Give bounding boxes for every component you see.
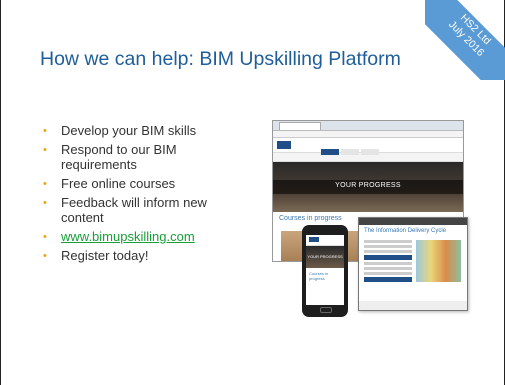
text-line bbox=[364, 267, 412, 270]
bullet-text: Register today! bbox=[61, 248, 149, 263]
text-line bbox=[364, 240, 412, 243]
text-line bbox=[364, 272, 412, 275]
site-nav bbox=[321, 142, 401, 155]
bullet-list: • Develop your BIM skills • Respond to our… bbox=[43, 123, 236, 267]
text-line bbox=[364, 250, 412, 253]
phone-screen: YOUR PROGRESS Courses in progress bbox=[306, 235, 344, 305]
phone-home-button bbox=[320, 307, 332, 313]
bullet-item: • www.bimupskilling.com bbox=[43, 229, 236, 244]
text-line bbox=[364, 262, 412, 265]
tablet-footer bbox=[359, 301, 467, 310]
phone-screenshot: YOUR PROGRESS Courses in progress bbox=[302, 225, 348, 317]
site-logo bbox=[277, 141, 291, 149]
nav-item bbox=[341, 149, 359, 155]
corner-ribbon: HS2 Ltd July 2016 bbox=[425, 0, 505, 80]
bullet-item: • Register today! bbox=[43, 248, 236, 263]
tablet-header bbox=[359, 218, 467, 225]
bullet-icon: • bbox=[43, 231, 47, 243]
ribbon-label: HS2 Ltd July 2016 bbox=[425, 0, 505, 80]
bullet-item: • Develop your BIM skills bbox=[43, 123, 236, 138]
bullet-text: Feedback will inform new content bbox=[61, 195, 207, 225]
bullet-item: • Free online courses bbox=[43, 176, 236, 191]
hero-text: YOUR PROGRESS bbox=[335, 182, 401, 189]
slide-border-left bbox=[0, 0, 1, 385]
nav-item bbox=[321, 149, 339, 155]
phone-logo bbox=[309, 237, 319, 242]
text-highlight bbox=[364, 255, 412, 260]
bullet-icon: • bbox=[43, 125, 47, 137]
courses-text: Courses in progress bbox=[279, 215, 342, 222]
bullet-item: • Feedback will inform new content bbox=[43, 195, 236, 225]
bullet-item: • Respond to our BIM requirements bbox=[43, 142, 236, 172]
browser-tab-bar bbox=[273, 121, 463, 131]
bullet-icon: • bbox=[43, 178, 47, 190]
bullet-text: Respond to our BIM requirements bbox=[61, 142, 177, 172]
tablet-screenshot: The Information Delivery Cycle bbox=[358, 217, 468, 311]
tablet-diagram-image bbox=[416, 240, 461, 282]
site-header bbox=[273, 138, 463, 155]
browser-address-bar bbox=[273, 131, 463, 138]
website-link[interactable]: www.bimupskilling.com bbox=[61, 229, 195, 244]
hero-banner: YOUR PROGRESS bbox=[273, 162, 463, 212]
bullet-icon: • bbox=[43, 197, 47, 209]
slide-title: How we can help: BIM Upskilling Platform bbox=[40, 48, 401, 70]
tablet-title: The Information Delivery Cycle bbox=[364, 228, 447, 234]
bullet-text: Free online courses bbox=[61, 176, 176, 191]
bullet-icon: • bbox=[43, 144, 47, 156]
bullet-text: Develop your BIM skills bbox=[61, 123, 197, 138]
browser-tab bbox=[279, 122, 321, 130]
phone-hero-text: YOUR PROGRESS bbox=[307, 254, 343, 259]
text-highlight bbox=[364, 277, 412, 282]
phone-courses-text: Courses in progress bbox=[309, 271, 329, 281]
tablet-text-block bbox=[364, 240, 412, 296]
text-line bbox=[364, 245, 412, 248]
phone-header bbox=[306, 235, 344, 246]
nav-item bbox=[361, 149, 379, 155]
phone-hero: YOUR PROGRESS bbox=[306, 246, 344, 268]
bullet-icon: • bbox=[43, 250, 47, 262]
